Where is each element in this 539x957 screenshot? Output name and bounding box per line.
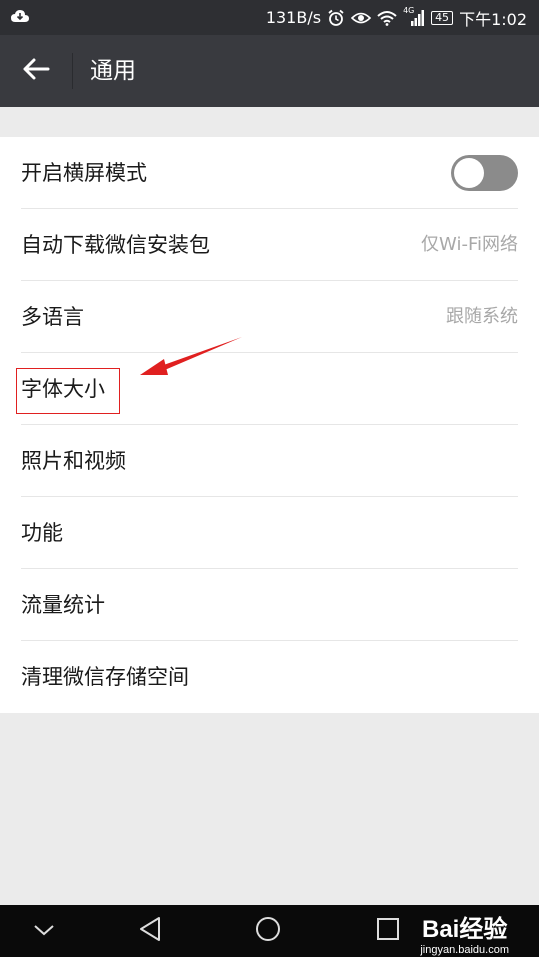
title-divider [72, 53, 73, 89]
nav-recents-button[interactable] [366, 905, 410, 957]
landscape-toggle[interactable] [451, 155, 518, 191]
setting-font-size[interactable]: 字体大小 [0, 353, 539, 425]
navigation-bar: Bai经验 jingyan.baidu.com [0, 905, 539, 957]
toggle-knob [454, 158, 484, 188]
setting-photos-videos[interactable]: 照片和视频 [0, 425, 539, 497]
eye-icon [351, 10, 372, 26]
setting-label: 照片和视频 [21, 449, 126, 473]
signal-icon: 4G [403, 6, 425, 27]
settings-list: 开启横屏模式 自动下载微信安装包 仅Wi-Fi网络 多语言 跟随系统 字体大小 … [0, 137, 539, 713]
setting-clear-storage[interactable]: 清理微信存储空间 [0, 641, 539, 713]
setting-auto-download[interactable]: 自动下载微信安装包 仅Wi-Fi网络 [0, 209, 539, 281]
highlight-box [16, 368, 120, 414]
title-bar: 通用 [0, 35, 539, 107]
setting-features[interactable]: 功能 [0, 497, 539, 569]
setting-data-usage[interactable]: 流量统计 [0, 569, 539, 641]
back-arrow-icon [22, 57, 50, 85]
alarm-icon [327, 9, 345, 27]
setting-label: 多语言 [21, 305, 84, 329]
status-time: 下午1:02 [459, 9, 527, 29]
baidu-jingyan-watermark: Bai经验 jingyan.baidu.com [420, 909, 509, 956]
annotation-arrow-icon [140, 337, 242, 375]
back-button[interactable] [16, 53, 56, 89]
back-triangle-icon [138, 916, 162, 946]
nav-home-button[interactable] [246, 905, 290, 957]
nav-back-button[interactable] [128, 905, 172, 957]
battery-icon: 45 [431, 10, 454, 25]
setting-label: 清理微信存储空间 [21, 665, 189, 689]
setting-label: 自动下载微信安装包 [21, 233, 210, 257]
watermark-logo: Bai经验 [421, 916, 508, 943]
network-speed: 131B/s [265, 8, 322, 27]
recents-square-icon [376, 917, 400, 945]
setting-landscape-mode[interactable]: 开启横屏模式 [0, 137, 539, 209]
setting-value: 跟随系统 [446, 306, 518, 327]
setting-language[interactable]: 多语言 跟随系统 [0, 281, 539, 353]
setting-label: 流量统计 [21, 593, 105, 617]
hide-nav-button[interactable] [22, 905, 66, 957]
wifi-icon [377, 10, 397, 26]
cloud-icon [10, 8, 30, 26]
page-title: 通用 [90, 58, 136, 84]
status-bar: 131B/s 4G 45 下午1:02 [0, 0, 539, 35]
setting-label: 功能 [21, 521, 63, 545]
setting-label: 开启横屏模式 [21, 161, 147, 185]
setting-value: 仅Wi-Fi网络 [421, 234, 518, 255]
chevron-down-icon [33, 922, 55, 941]
home-circle-icon [255, 916, 281, 946]
watermark-url: jingyan.baidu.com [420, 944, 509, 956]
